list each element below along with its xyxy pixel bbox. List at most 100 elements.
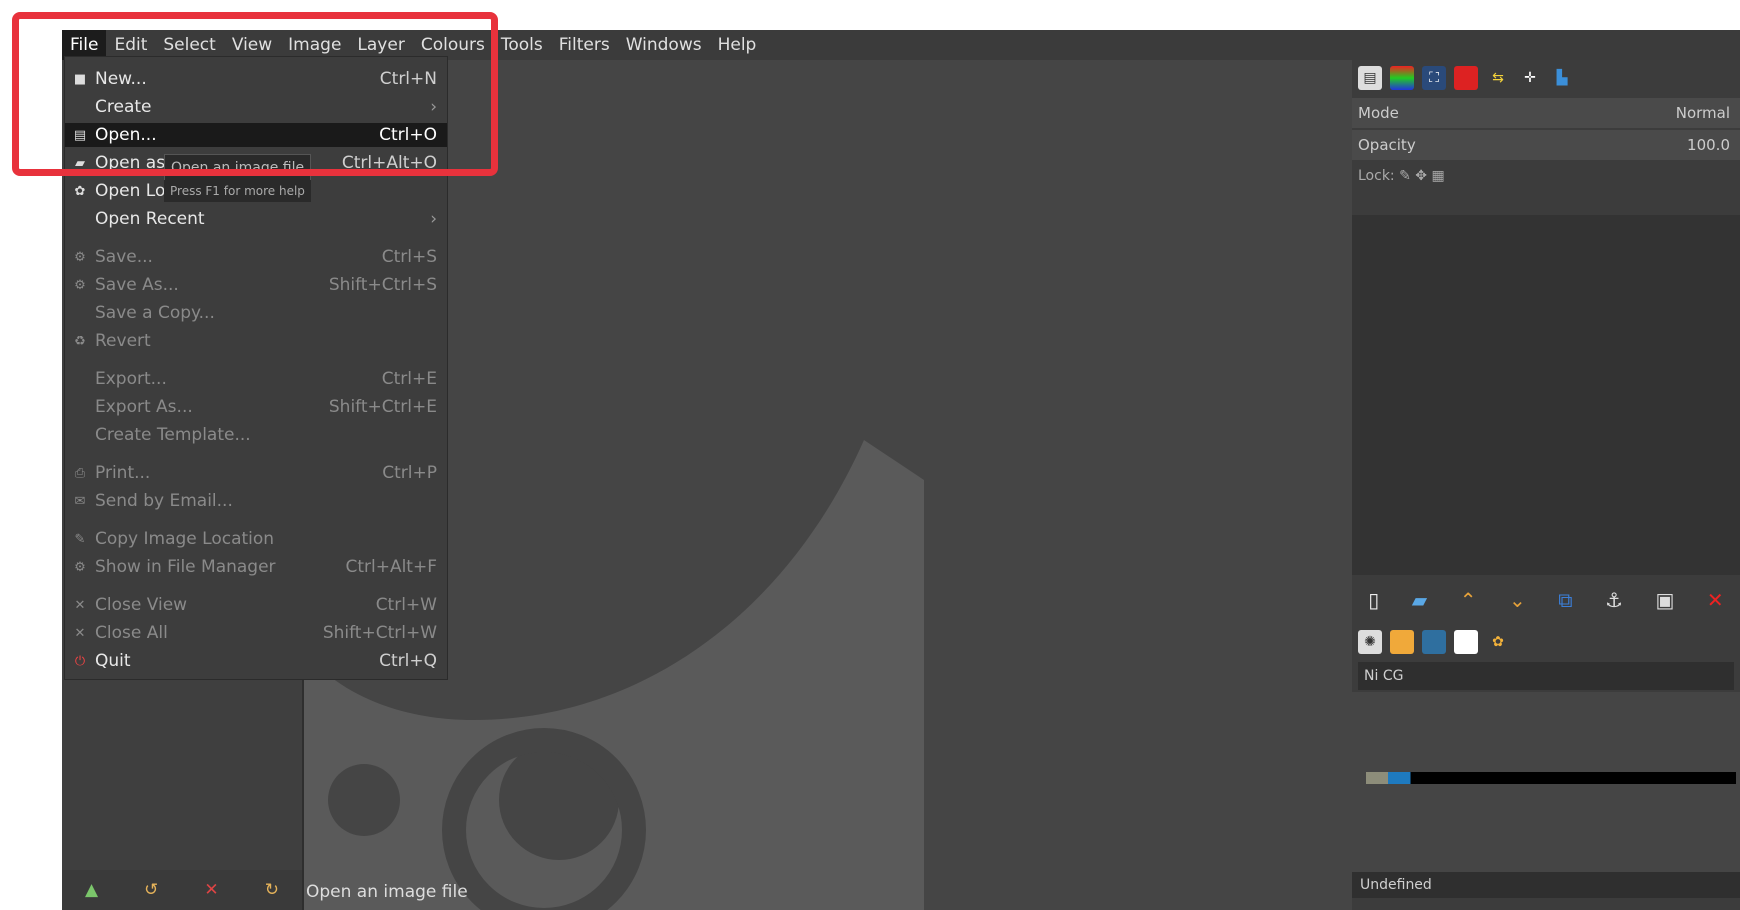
- lock-pixels-icon[interactable]: ✎: [1399, 168, 1411, 184]
- layers-list[interactable]: [1352, 215, 1740, 575]
- save-icon: ⚙: [74, 249, 86, 265]
- duplicate-layer-icon[interactable]: ⧉: [1558, 588, 1572, 612]
- new-layer-icon[interactable]: ▯: [1368, 588, 1379, 612]
- lower-layer-icon[interactable]: ⌄: [1509, 588, 1526, 612]
- canvas-area[interactable]: [304, 60, 1344, 910]
- undo-icon[interactable]: ↺: [144, 880, 158, 900]
- fonts-tab-icon[interactable]: [1454, 630, 1478, 654]
- file-menu-item-revert[interactable]: ♻ Revert: [65, 329, 447, 353]
- file-menu-item-copy-image-location[interactable]: ✎ Copy Image Location: [65, 527, 447, 551]
- menu-item-shortcut: Ctrl+E: [381, 369, 437, 389]
- close-icon: ✕: [74, 597, 86, 613]
- paths-tab-icon[interactable]: ⛶: [1422, 66, 1446, 90]
- file-menu-item-close-view[interactable]: ✕ Close View Ctrl+W: [65, 593, 447, 617]
- file-menu-item-show-in-file-manager[interactable]: ⚙ Show in File Manager Ctrl+Alt+F: [65, 555, 447, 579]
- delete-layer-icon[interactable]: ✕: [1707, 588, 1724, 612]
- menu-item-label: Close All: [95, 623, 168, 643]
- opacity-row[interactable]: Opacity 100.0: [1352, 130, 1740, 160]
- anchor-layer-icon[interactable]: ⚓: [1605, 588, 1623, 612]
- reset-icon[interactable]: ↻: [265, 880, 279, 900]
- lock-position-icon[interactable]: ✥: [1415, 168, 1427, 184]
- layers-tabs: ▤ ⛶ ⇆ ✛ ▙: [1352, 60, 1740, 96]
- menu-item-label: Save...: [95, 247, 153, 267]
- open-location-icon: ✿: [74, 183, 86, 199]
- menu-item-label: Export...: [95, 369, 167, 389]
- layers-buttons: ▯ ▰ ⌃ ⌄ ⧉ ⚓ ▣ ✕: [1352, 580, 1740, 620]
- file-menu-item-send-by-email[interactable]: ✉ Send by Email...: [65, 489, 447, 513]
- file-menu-item-export[interactable]: Export... Ctrl+E: [65, 367, 447, 391]
- new-layer-group-icon[interactable]: ▰: [1412, 588, 1427, 612]
- wilber-watermark: [304, 440, 924, 910]
- pointer-tab-icon[interactable]: ✛: [1518, 66, 1542, 90]
- menu-item-label: Revert: [95, 331, 151, 351]
- file-menu-item-export-as[interactable]: Export As... Shift+Ctrl+E: [65, 395, 447, 419]
- file-menu-item-create-template[interactable]: Create Template...: [65, 423, 447, 447]
- file-menu-item-close-all[interactable]: ✕ Close All Shift+Ctrl+W: [65, 621, 447, 645]
- delete-icon[interactable]: ✕: [204, 880, 218, 900]
- file-menu-item-print[interactable]: ⎙ Print... Ctrl+P: [65, 461, 447, 485]
- email-icon: ✉: [74, 493, 86, 509]
- menu-item-shortcut: Ctrl+Q: [379, 651, 437, 671]
- menu-item-shortcut: Ctrl+P: [382, 463, 437, 483]
- gradients-tab-icon[interactable]: [1422, 630, 1446, 654]
- histogram-tab-icon[interactable]: ▙: [1550, 66, 1574, 90]
- layer-mode-row[interactable]: Mode Normal: [1352, 98, 1740, 128]
- file-menu-item-save[interactable]: ⚙ Save... Ctrl+S: [65, 245, 447, 269]
- export-icon[interactable]: ▲: [85, 880, 98, 900]
- status-bar: Open an image file: [306, 882, 468, 902]
- menu-help[interactable]: Help: [710, 30, 765, 60]
- menu-filters[interactable]: Filters: [551, 30, 618, 60]
- menu-tools[interactable]: Tools: [493, 30, 551, 60]
- menu-item-label: Print...: [95, 463, 151, 483]
- submenu-arrow-icon: ›: [430, 209, 437, 229]
- toolbox-footer: ▲ ↺ ✕ ↻: [62, 870, 302, 910]
- brush-preview: [1352, 692, 1740, 892]
- close-all-icon: ✕: [74, 625, 86, 641]
- menu-item-shortcut: Ctrl+S: [381, 247, 437, 267]
- highlight-box: [12, 12, 498, 176]
- menu-item-label: Show in File Manager: [95, 557, 276, 577]
- patterns-tab-icon[interactable]: [1390, 630, 1414, 654]
- palettes-tab-icon[interactable]: ✿: [1486, 630, 1510, 654]
- file-menu-item-save-as[interactable]: ⚙ Save As... Shift+Ctrl+S: [65, 273, 447, 297]
- menu-item-shortcut: Shift+Ctrl+W: [322, 623, 437, 643]
- dock-resize-grip[interactable]: ⋮: [1347, 510, 1361, 526]
- brushes-tabs: ✺ ✿: [1352, 626, 1740, 658]
- menu-item-shortcut: Shift+Ctrl+E: [328, 397, 437, 417]
- copy-location-icon: ✎: [74, 531, 86, 547]
- colormap-tab-icon[interactable]: [1454, 66, 1478, 90]
- menu-item-label: Save As...: [95, 275, 179, 295]
- menu-item-shortcut: Ctrl+Alt+F: [345, 557, 437, 577]
- undo-history-tab-icon[interactable]: ⇆: [1486, 66, 1510, 90]
- file-menu-item-open-recent[interactable]: Open Recent ›: [65, 207, 447, 231]
- lock-row: Lock: ✎ ✥ ▦: [1358, 168, 1445, 184]
- save-as-icon: ⚙: [74, 277, 86, 293]
- brush-bottom-bar: Undefined: [1352, 872, 1740, 898]
- menu-item-shortcut: Ctrl+W: [375, 595, 437, 615]
- layers-tab-icon[interactable]: ▤: [1358, 66, 1382, 90]
- file-manager-icon: ⚙: [74, 559, 86, 575]
- lock-alpha-icon[interactable]: ▦: [1431, 168, 1444, 184]
- brushes-tab-icon[interactable]: ✺: [1358, 630, 1382, 654]
- menu-item-label: Send by Email...: [95, 491, 233, 511]
- right-dock: ▤ ⛶ ⇆ ✛ ▙ Mode Normal Opacity 100.0 Lock…: [1352, 60, 1740, 910]
- file-menu-item-quit[interactable]: ⏻ Quit Ctrl+Q: [65, 649, 447, 673]
- print-icon: ⎙: [74, 465, 86, 481]
- menu-item-shortcut: Shift+Ctrl+S: [328, 275, 437, 295]
- tooltip-help: Press F1 for more help: [164, 180, 311, 202]
- channels-tab-icon[interactable]: [1390, 66, 1414, 90]
- menu-item-label: Export As...: [95, 397, 193, 417]
- gradient-bar: [1366, 772, 1736, 784]
- menu-item-label: Create Template...: [95, 425, 251, 445]
- menu-windows[interactable]: Windows: [618, 30, 710, 60]
- menu-item-label: Close View: [95, 595, 188, 615]
- menu-item-label: Open Recent: [95, 209, 205, 229]
- menu-item-label: Quit: [95, 651, 131, 671]
- menu-item-label: Save a Copy...: [95, 303, 215, 323]
- raise-layer-icon[interactable]: ⌃: [1460, 588, 1477, 612]
- quit-icon: ⏻: [74, 653, 86, 669]
- mask-layer-icon[interactable]: ▣: [1656, 588, 1675, 612]
- brush-name-field[interactable]: Ni CG: [1358, 662, 1734, 690]
- menu-item-label: Copy Image Location: [95, 529, 275, 549]
- file-menu-item-save-a-copy[interactable]: Save a Copy...: [65, 301, 447, 325]
